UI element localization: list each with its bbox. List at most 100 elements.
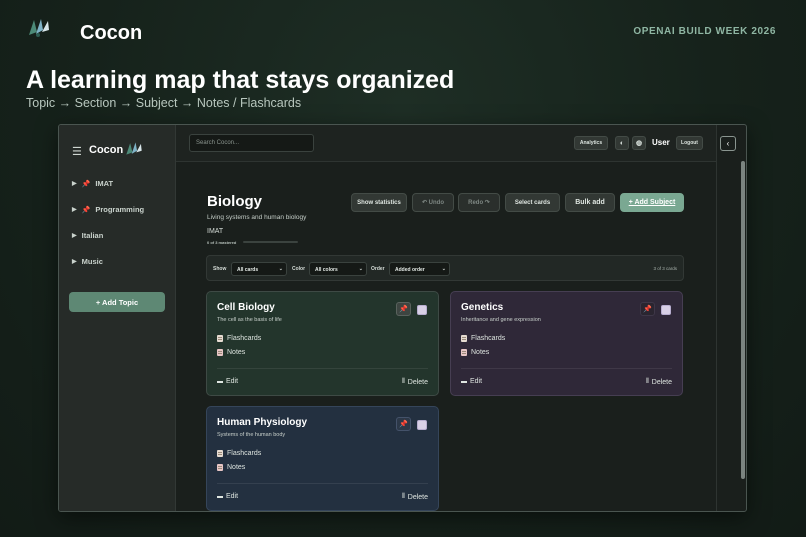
edit-label: Edit bbox=[226, 378, 239, 385]
select-checkbox[interactable] bbox=[417, 420, 427, 430]
redo-button[interactable]: Redo ↷ bbox=[458, 193, 500, 212]
edit-button[interactable]: Edit bbox=[217, 378, 238, 385]
add-topic-button[interactable]: + Add Topic bbox=[69, 292, 165, 312]
show-filter-select[interactable]: All cards ⌄ bbox=[231, 262, 287, 276]
card-divider bbox=[461, 368, 672, 369]
select-cards-button[interactable]: Select cards bbox=[505, 193, 560, 212]
trash-icon: ⫴ bbox=[645, 378, 649, 385]
edit-button[interactable]: Edit bbox=[461, 378, 482, 385]
notes-label: Notes bbox=[227, 464, 246, 471]
mastery-progress-bar bbox=[243, 241, 298, 243]
filter-bar: Show All cards ⌄ Color All colors ⌄ Orde… bbox=[206, 255, 684, 281]
cocon-logo-icon bbox=[126, 142, 142, 155]
delete-label: Delete bbox=[407, 378, 428, 386]
top-bar: Search Cocon... Analytics ◐ ◍ User Logou… bbox=[176, 125, 716, 162]
bulk-add-button[interactable]: Bulk add bbox=[565, 193, 615, 212]
expand-arrow-icon: ▶ bbox=[72, 207, 77, 213]
subject-card[interactable]: Cell Biology The cell as the basis of li… bbox=[206, 291, 439, 396]
subject-card[interactable]: Human Physiology Systems of the human bo… bbox=[206, 406, 439, 511]
trash-icon: ⫴ bbox=[401, 378, 405, 385]
card-description: The cell as the basis of life bbox=[217, 317, 282, 323]
card-description: Inheritance and gene expression bbox=[461, 317, 541, 323]
edit-label: Edit bbox=[226, 493, 239, 500]
notes-icon bbox=[217, 349, 223, 356]
flashcards-link[interactable]: Flashcards bbox=[461, 335, 505, 342]
analytics-button[interactable]: Analytics bbox=[574, 136, 608, 150]
show-filter-label: Show bbox=[213, 266, 227, 272]
expand-arrow-icon: ▶ bbox=[72, 181, 77, 187]
notes-link[interactable]: Notes bbox=[217, 349, 245, 356]
pin-icon: 📌 bbox=[81, 206, 91, 214]
card-title: Cell Biology bbox=[217, 302, 275, 313]
show-filter-value: All cards bbox=[237, 267, 259, 273]
logout-button[interactable]: Logout bbox=[676, 136, 703, 150]
flashcards-icon bbox=[217, 450, 223, 457]
edit-button[interactable]: Edit bbox=[217, 493, 238, 500]
notes-label: Notes bbox=[227, 349, 246, 356]
pin-icon[interactable]: 📌 bbox=[396, 417, 411, 431]
pin-icon[interactable]: 📌 bbox=[640, 302, 655, 316]
notes-link[interactable]: Notes bbox=[217, 464, 245, 471]
theme-toggle-icon[interactable]: ◐ bbox=[615, 136, 629, 150]
sidebar-item-label: Programming bbox=[95, 205, 145, 214]
right-panel-divider bbox=[716, 125, 717, 511]
notes-icon bbox=[461, 349, 467, 356]
delete-button[interactable]: ⫴ Delete bbox=[402, 378, 428, 386]
select-checkbox[interactable] bbox=[661, 305, 671, 315]
brand-title: Cocon bbox=[80, 22, 143, 44]
menu-icon[interactable]: ☰ bbox=[72, 145, 82, 158]
sidebar-item-label: Music bbox=[81, 257, 103, 266]
sidebar-item-imat[interactable]: ▶ 📌 IMAT bbox=[72, 179, 113, 188]
notes-link[interactable]: Notes bbox=[461, 349, 489, 356]
trash-icon: ⫴ bbox=[401, 493, 405, 500]
color-filter-value: All colors bbox=[315, 267, 338, 273]
sidebar: ☰ Cocon ▶ 📌 IMAT ▶ 📌 Programming ▶ Itali… bbox=[59, 125, 176, 511]
add-subject-button[interactable]: + Add Subject bbox=[620, 193, 684, 212]
subheadline: Topic → Section → Subject → Notes / Flas… bbox=[26, 96, 302, 110]
edit-label: Edit bbox=[470, 378, 483, 385]
edit-icon bbox=[461, 380, 467, 383]
chevron-down-icon: ⌄ bbox=[278, 266, 283, 272]
color-filter-label: Color bbox=[292, 266, 306, 272]
card-divider bbox=[217, 483, 428, 484]
edit-icon bbox=[217, 380, 223, 383]
subject-card[interactable]: Genetics Inheritance and gene expression… bbox=[450, 291, 683, 396]
delete-button[interactable]: ⫴ Delete bbox=[646, 378, 672, 386]
user-name[interactable]: User bbox=[652, 138, 670, 147]
show-statistics-button[interactable]: Show statistics bbox=[351, 193, 407, 212]
language-icon[interactable]: ◍ bbox=[632, 136, 646, 150]
select-checkbox[interactable] bbox=[417, 305, 427, 315]
collapse-panel-icon[interactable]: ‹ bbox=[720, 136, 736, 151]
chevron-down-icon: ⌄ bbox=[358, 266, 363, 272]
event-label: OPENAI BUILD WEEK 2026 bbox=[633, 26, 776, 37]
color-filter-select[interactable]: All colors ⌄ bbox=[309, 262, 367, 276]
flashcards-link[interactable]: Flashcards bbox=[217, 335, 261, 342]
sidebar-item-label: Italian bbox=[81, 231, 104, 240]
chevron-down-icon: ⌄ bbox=[441, 266, 446, 272]
sidebar-item-music[interactable]: ▶ Music bbox=[72, 257, 103, 266]
edit-icon bbox=[217, 495, 223, 498]
delete-label: Delete bbox=[651, 378, 672, 386]
delete-button[interactable]: ⫴ Delete bbox=[402, 493, 428, 501]
order-filter-value: Added order bbox=[395, 267, 425, 273]
card-title: Genetics bbox=[461, 302, 504, 313]
search-input[interactable]: Search Cocon... bbox=[189, 134, 314, 152]
flashcards-link[interactable]: Flashcards bbox=[217, 450, 261, 457]
scrollbar[interactable] bbox=[741, 161, 745, 479]
sidebar-item-programming[interactable]: ▶ 📌 Programming bbox=[72, 205, 144, 214]
pin-icon: 📌 bbox=[81, 180, 91, 188]
notes-label: Notes bbox=[471, 349, 490, 356]
flashcards-label: Flashcards bbox=[471, 335, 506, 342]
card-divider bbox=[217, 368, 428, 369]
order-filter-select[interactable]: Added order ⌄ bbox=[389, 262, 450, 276]
topic-tag[interactable]: IMAT bbox=[207, 228, 223, 235]
flashcards-icon bbox=[461, 335, 467, 342]
pin-icon[interactable]: 📌 bbox=[396, 302, 411, 316]
order-filter-label: Order bbox=[371, 266, 385, 272]
sidebar-item-label: IMAT bbox=[95, 179, 114, 188]
app-window: ☰ Cocon ▶ 📌 IMAT ▶ 📌 Programming ▶ Itali… bbox=[58, 124, 747, 512]
sidebar-item-italian[interactable]: ▶ Italian bbox=[72, 231, 103, 240]
undo-button[interactable]: ↶ Undo bbox=[412, 193, 454, 212]
headline: A learning map that stays organized bbox=[26, 66, 455, 94]
cocon-logo-icon bbox=[29, 19, 49, 37]
